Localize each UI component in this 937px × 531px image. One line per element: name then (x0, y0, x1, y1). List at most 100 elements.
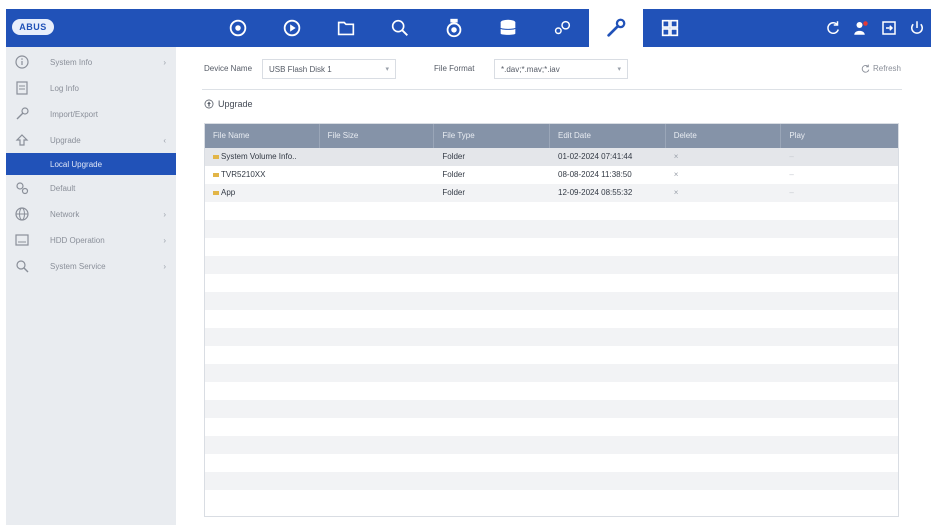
user-button[interactable] (847, 9, 875, 47)
upgrade-label: Upgrade (218, 99, 253, 109)
table-row-empty (205, 382, 898, 400)
default-icon (14, 180, 30, 196)
sidebar-item-upgrade[interactable]: Upgrade ‹ (6, 127, 176, 153)
table-row-empty (205, 490, 898, 508)
user-icon (854, 21, 868, 35)
brand-logo[interactable]: ABUS (12, 19, 54, 35)
logout-icon (882, 21, 896, 35)
table-row[interactable]: TVR5210XX Folder 08-08-2024 11:38:50 × – (205, 166, 898, 184)
upgrade-button[interactable]: Upgrade (204, 99, 253, 109)
chevron-down-icon: ▾ (385, 66, 389, 73)
folder-icon (213, 154, 219, 159)
nav-configuration[interactable] (535, 9, 589, 47)
nav-ptz[interactable] (427, 9, 481, 47)
cell-file-name: TVR5210XX (205, 166, 320, 184)
delete-button[interactable]: × (666, 148, 782, 166)
table-row-empty (205, 328, 898, 346)
table-header: File Name File Size File Type Edit Date … (205, 124, 898, 148)
chevron-right-icon: › (163, 57, 166, 67)
sidebar-item-default[interactable]: Default (6, 175, 176, 201)
col-file-name[interactable]: File Name (205, 124, 320, 148)
col-edit-date[interactable]: Edit Date (550, 124, 666, 148)
file-table: File Name File Size File Type Edit Date … (204, 123, 899, 517)
nav-storage[interactable] (481, 9, 535, 47)
device-name-select[interactable]: USB Flash Disk 1 ▾ (262, 59, 396, 79)
table-row-empty (205, 220, 898, 238)
refresh-icon (827, 21, 839, 34)
sidebar-item-label: Import/Export (50, 109, 99, 119)
table-row-empty (205, 472, 898, 490)
table-row-empty (205, 292, 898, 310)
nav-maintenance[interactable] (589, 9, 643, 47)
nav-files[interactable] (319, 9, 373, 47)
sidebar-subitem-local-upgrade[interactable]: Local Upgrade (6, 153, 176, 175)
cell-file-type: Folder (442, 170, 466, 179)
folder-icon (213, 190, 219, 195)
table-row-empty (205, 436, 898, 454)
table-row-empty (205, 454, 898, 472)
divider (202, 89, 902, 90)
cell-file-size (320, 184, 435, 202)
table-row[interactable]: App Folder 12-09-2024 08:55:32 × – (205, 184, 898, 202)
sidebar-item-label: HDD Operation (50, 235, 105, 245)
sidebar-item-hdd-operation[interactable]: HDD Operation › (6, 227, 176, 253)
hdd-icon (14, 232, 30, 248)
nav-search[interactable] (373, 9, 427, 47)
table-row-empty (205, 418, 898, 436)
sidebar-item-network[interactable]: Network › (6, 201, 176, 227)
chevron-down-icon: ‹ (163, 135, 166, 145)
cell-file-size (320, 148, 435, 166)
col-play[interactable]: Play (781, 124, 898, 148)
device-name-label: Device Name (204, 64, 253, 73)
power-button[interactable] (903, 9, 931, 47)
cell-file-type: Folder (442, 152, 466, 161)
delete-button[interactable]: × (666, 184, 782, 202)
col-file-type[interactable]: File Type (434, 124, 551, 148)
sidebar-item-label: Upgrade (50, 135, 81, 145)
play-button[interactable]: – (781, 184, 898, 202)
storage-icon (500, 19, 516, 35)
ptz-camera-icon (446, 18, 462, 38)
table-row-empty (205, 364, 898, 382)
upgrade-icon (204, 99, 214, 109)
folder-icon (337, 21, 355, 36)
nav-playback[interactable] (265, 9, 319, 47)
delete-button[interactable]: × (666, 166, 782, 184)
app-window: ABUS System Info › Log Info Import/Expor… (0, 0, 937, 531)
top-bar: ABUS (6, 9, 931, 47)
col-file-size[interactable]: File Size (320, 124, 435, 148)
nav-live-view[interactable] (211, 9, 265, 47)
cell-file-name: App (205, 184, 320, 202)
play-button[interactable]: – (781, 166, 898, 184)
sidebar-item-label: Log Info (50, 83, 79, 93)
logout-button[interactable] (875, 9, 903, 47)
refresh-link[interactable]: Refresh (861, 64, 901, 73)
device-name-value: USB Flash Disk 1 (269, 65, 332, 74)
table-row-empty (205, 274, 898, 292)
table-row[interactable]: System Volume Info.. Folder 01-02-2024 0… (205, 148, 898, 166)
refresh-button[interactable] (819, 9, 847, 47)
refresh-icon (861, 64, 870, 73)
cell-file-type: Folder (442, 188, 466, 197)
main-panel: Device Name USB Flash Disk 1 ▾ File Form… (176, 47, 931, 525)
play-button[interactable]: – (781, 148, 898, 166)
sidebar-item-import-export[interactable]: Import/Export (6, 101, 176, 127)
sidebar-item-system-info[interactable]: System Info › (6, 49, 176, 75)
col-delete[interactable]: Delete (666, 124, 782, 148)
power-icon (911, 21, 923, 34)
sidebar-item-log-info[interactable]: Log Info (6, 75, 176, 101)
refresh-label: Refresh (872, 64, 901, 73)
filter-row: Device Name USB Flash Disk 1 ▾ File Form… (176, 57, 931, 81)
upgrade-icon (14, 132, 30, 148)
file-format-label: File Format (434, 64, 475, 73)
network-icon (14, 206, 30, 222)
file-format-value: *.dav;*.mav;*.iav (501, 65, 560, 74)
table-row-empty (205, 346, 898, 364)
wrench-icon (14, 106, 30, 122)
service-icon (14, 258, 30, 274)
settings-icon (554, 20, 571, 35)
nav-layout[interactable] (643, 9, 697, 47)
file-format-select[interactable]: *.dav;*.mav;*.iav ▾ (494, 59, 628, 79)
log-icon (14, 80, 30, 96)
sidebar-item-system-service[interactable]: System Service › (6, 253, 176, 279)
